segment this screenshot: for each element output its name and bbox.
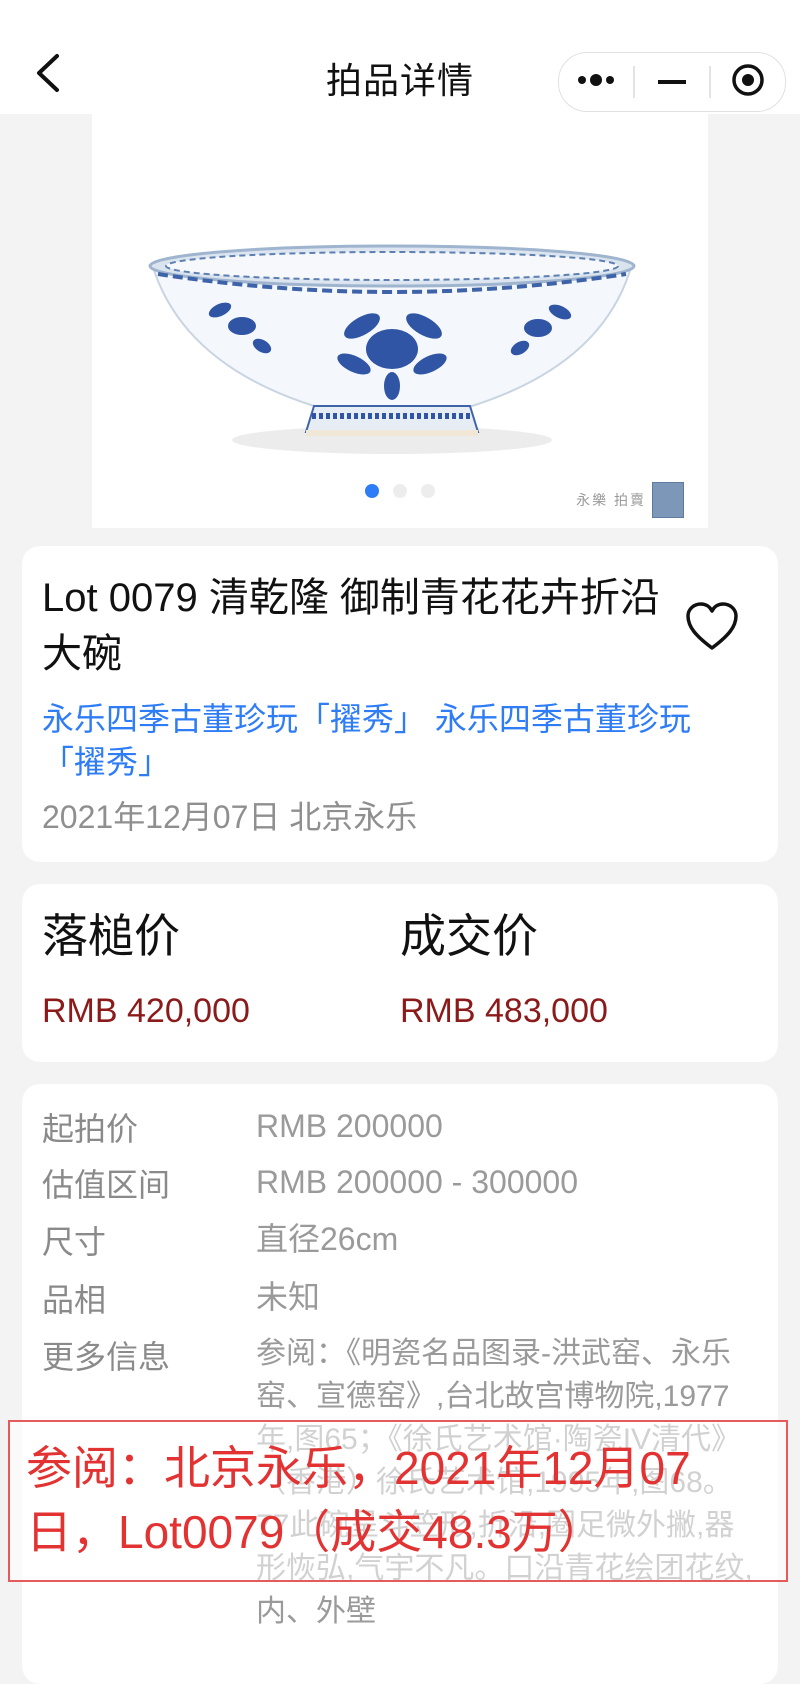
mini-program-capsule <box>558 52 786 112</box>
info-label: 尺寸 <box>42 1224 107 1260</box>
minimize-icon <box>657 73 687 91</box>
final-price-value: RMB 483,000 <box>400 992 608 1030</box>
watermark-text: 永樂 拍賣 <box>576 492 646 508</box>
info-row-size: 尺寸 直径26cm <box>42 1217 758 1263</box>
info-label: 品相 <box>42 1282 107 1318</box>
hammer-price-value: RMB 420,000 <box>42 992 250 1030</box>
watermark: 永樂 拍賣 <box>576 482 684 518</box>
info-value: 未知 <box>256 1279 321 1315</box>
lot-title: Lot 0079 清乾隆 御制青花花卉折沿大碗 <box>42 576 660 676</box>
hammer-price-label: 落槌价 <box>42 910 180 962</box>
info-row-condition: 品相 未知 <box>42 1275 758 1321</box>
info-value: RMB 200000 - 300000 <box>256 1164 578 1200</box>
final-price: 成交价 RMB 483,000 <box>400 906 608 1031</box>
navigation-bar: 拍品详情 <box>0 0 800 114</box>
info-value: RMB 200000 <box>256 1108 443 1144</box>
reference-annotation: 参阅：北京永乐，2021年12月07日，Lot0079（成交48.3万） <box>8 1420 788 1582</box>
final-price-label: 成交价 <box>400 910 538 962</box>
lot-info-card: 起拍价 RMB 200000 估值区间 RMB 200000 - 300000 … <box>22 1084 778 1684</box>
carousel-dot[interactable] <box>393 484 407 498</box>
auction-date-location: 2021年12月07日 北京永乐 <box>42 799 418 835</box>
info-label: 估值区间 <box>42 1167 171 1203</box>
bowl-image <box>148 244 636 454</box>
info-label: 起拍价 <box>42 1111 139 1147</box>
heart-outline-icon <box>684 602 740 656</box>
info-row-start-price: 起拍价 RMB 200000 <box>42 1104 758 1150</box>
favorite-button[interactable] <box>684 600 740 657</box>
lot-summary-card: Lot 0079 清乾隆 御制青花花卉折沿大碗 永乐四季古董珍玩「擢秀」 永乐四… <box>22 546 778 862</box>
info-row-estimate: 估值区间 RMB 200000 - 300000 <box>42 1160 758 1206</box>
auction-session-link[interactable]: 永乐四季古董珍玩「擢秀」 永乐四季古董珍玩「擢秀」 <box>42 698 722 784</box>
more-button[interactable] <box>559 53 633 111</box>
carousel-dot[interactable] <box>421 484 435 498</box>
lot-image-carousel[interactable]: 永樂 拍賣 <box>92 114 708 528</box>
target-icon <box>730 62 766 103</box>
more-dots-icon <box>576 73 616 92</box>
price-card: 落槌价 RMB 420,000 成交价 RMB 483,000 <box>22 884 778 1062</box>
seal-mark <box>652 482 684 518</box>
hammer-price: 落槌价 RMB 420,000 <box>42 906 250 1031</box>
close-button[interactable] <box>711 53 785 111</box>
reference-annotation-text: 参阅：北京永乐，2021年12月07日，Lot0079（成交48.3万） <box>26 1442 691 1558</box>
carousel-dot[interactable] <box>365 484 379 498</box>
info-value: 直径26cm <box>256 1221 399 1257</box>
minimize-button[interactable] <box>635 53 709 111</box>
